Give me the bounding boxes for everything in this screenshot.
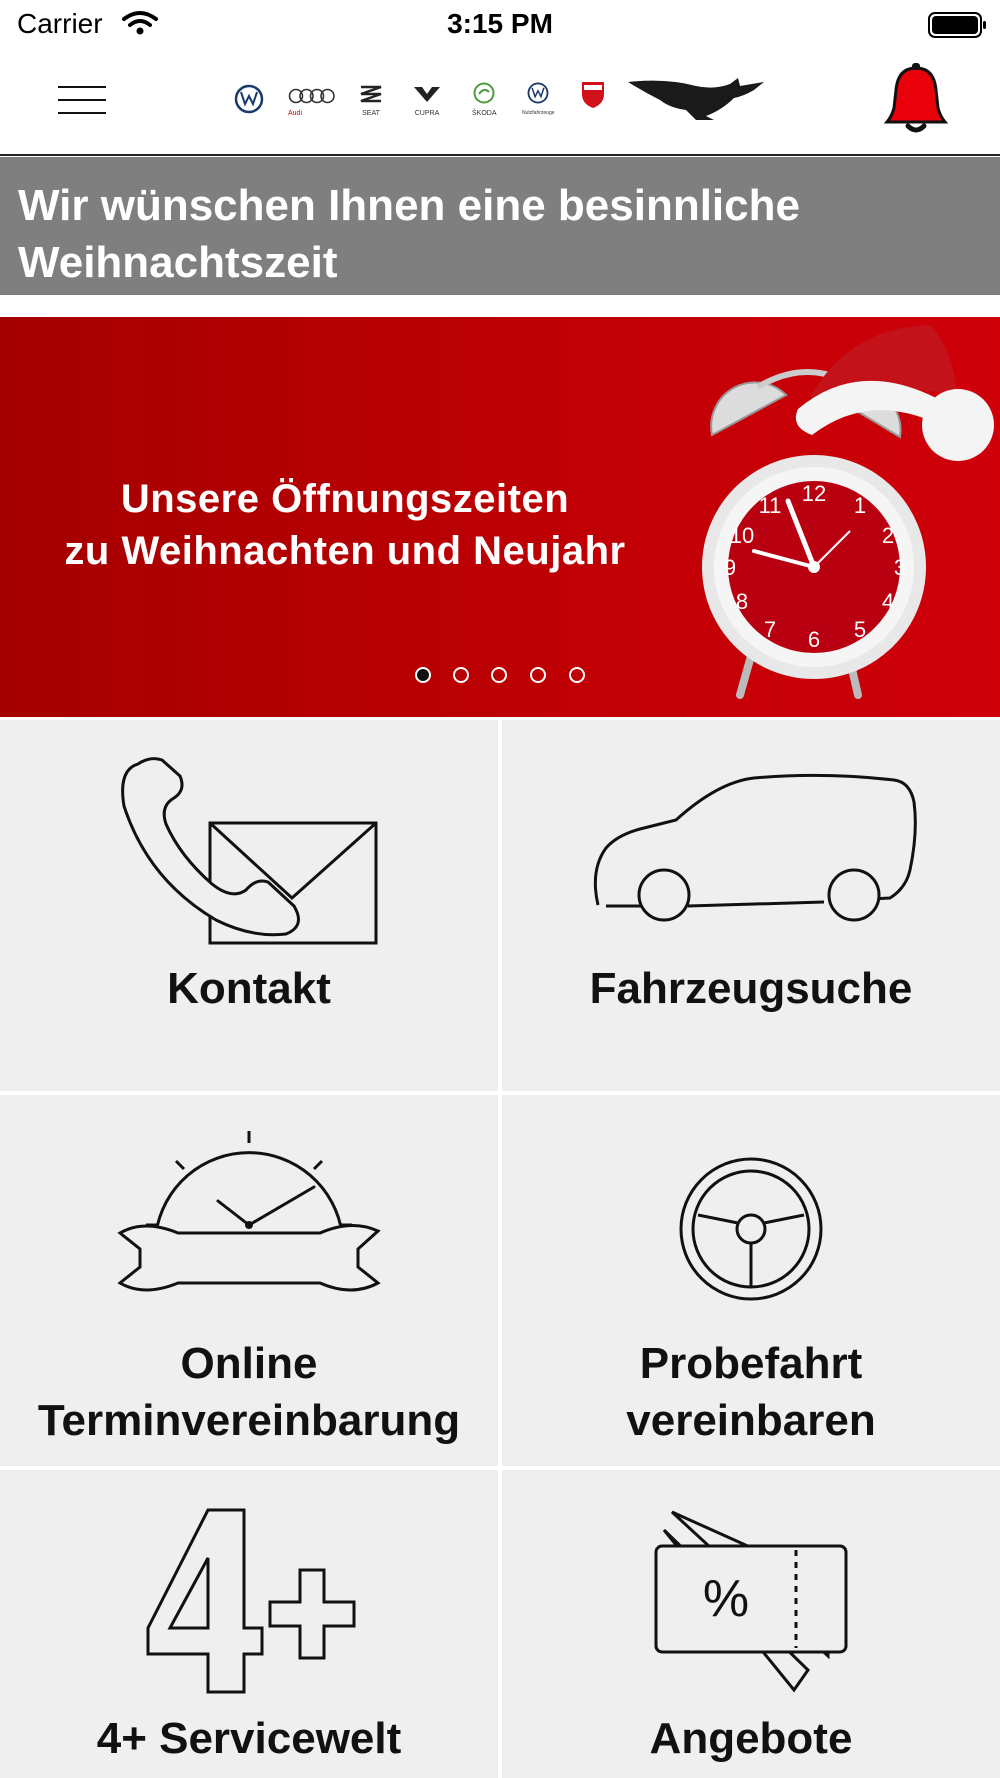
coupon-icon: % — [654, 1510, 848, 1693]
app-header: Audi SEAT CUPRA ŠKODA Nutzfahrzeuge — [0, 50, 1000, 156]
battery-icon — [928, 12, 986, 38]
svg-text:4: 4 — [882, 589, 894, 614]
tile-angebote[interactable]: % Angebote — [502, 1470, 1000, 1778]
car-icon — [593, 773, 917, 922]
svg-text:2: 2 — [882, 523, 894, 548]
tile-kontakt-label: Kontakt — [167, 964, 331, 1013]
svg-text:%: % — [703, 1570, 749, 1628]
tile-kontakt[interactable]: Kontakt — [0, 720, 498, 1091]
dealer-wolf-logo — [626, 76, 766, 127]
svg-text:7: 7 — [764, 617, 776, 642]
tile-fahrzeugsuche-label: Fahrzeugsuche — [589, 964, 913, 1013]
menu-bar-icon — [58, 86, 106, 88]
carousel-dot[interactable] — [530, 667, 546, 683]
bell-icon — [883, 63, 949, 133]
skoda-logo: ŠKODA — [472, 82, 497, 117]
tile-fahrzeugsuche[interactable]: Fahrzeugsuche — [502, 720, 1000, 1091]
svg-text:8: 8 — [736, 589, 748, 614]
carousel-dot[interactable] — [491, 667, 507, 683]
menu-bar-icon — [58, 99, 106, 101]
clock-wrench-icon — [117, 1131, 381, 1292]
menu-button[interactable] — [58, 86, 106, 118]
four-plus-icon — [146, 1508, 356, 1694]
tile-probefahrt[interactable]: Probefahrt vereinbaren — [502, 1095, 1000, 1466]
svg-text:11: 11 — [759, 493, 782, 518]
hero-carousel[interactable]: Unsere Öffnungszeiten zu Weihnachten und… — [0, 317, 1000, 717]
ducati-logo — [580, 80, 606, 115]
svg-text:1: 1 — [854, 493, 866, 518]
seat-logo: SEAT — [358, 84, 384, 117]
vw-logo — [234, 84, 264, 119]
audi-logo: Audi — [288, 88, 336, 117]
clock-time: 3:15 PM — [447, 8, 553, 39]
announcement-banner: Wir wünschen Ihnen eine besinnliche Weih… — [0, 157, 1000, 295]
svg-text:6: 6 — [808, 627, 820, 652]
hero-headline-line2: zu Weihnachten und Neujahr — [64, 529, 626, 573]
tile-servicewelt-label: 4+ Servicewelt — [96, 1714, 402, 1763]
tile-servicewelt[interactable]: 4+ Servicewelt — [0, 1470, 498, 1778]
phone-mail-icon — [121, 757, 378, 945]
tile-angebote-label: Angebote — [649, 1714, 853, 1763]
svg-text:3: 3 — [894, 555, 906, 580]
status-bar: Carrier 3:15 PM — [0, 0, 1000, 50]
announcement-title: Wir wünschen Ihnen eine besinnliche Weih… — [18, 181, 800, 287]
carousel-dot[interactable] — [569, 667, 585, 683]
brand-logo-strip: Audi SEAT CUPRA ŠKODA Nutzfahrzeuge — [234, 76, 770, 136]
notification-bell-button[interactable] — [883, 62, 949, 138]
hero-headline-line1: Unsere Öffnungszeiten — [120, 477, 570, 521]
svg-text:5: 5 — [854, 617, 866, 642]
carousel-dot-active[interactable] — [415, 667, 431, 683]
tile-probefahrt-label-line1: Probefahrt — [639, 1339, 863, 1388]
carousel-dot[interactable] — [453, 667, 469, 683]
steering-wheel-icon — [679, 1157, 823, 1301]
svg-text:9: 9 — [724, 555, 736, 580]
tile-termin-label-line1: Online — [180, 1339, 318, 1388]
vw-nutzfahrzeuge-logo: Nutzfahrzeuge — [522, 82, 555, 116]
svg-text:10: 10 — [730, 523, 754, 548]
svg-text:12: 12 — [802, 481, 826, 506]
cupra-logo: CUPRA — [412, 84, 442, 117]
menu-bar-icon — [58, 112, 106, 114]
alarm-clock-image: 12 12 345 678 91011 — [702, 325, 994, 699]
tile-terminvereinbarung[interactable]: Online Terminvereinbarung — [0, 1095, 498, 1466]
tile-termin-label-line2: Terminvereinbarung — [37, 1396, 461, 1445]
tile-probefahrt-label-line2: vereinbaren — [626, 1396, 876, 1445]
